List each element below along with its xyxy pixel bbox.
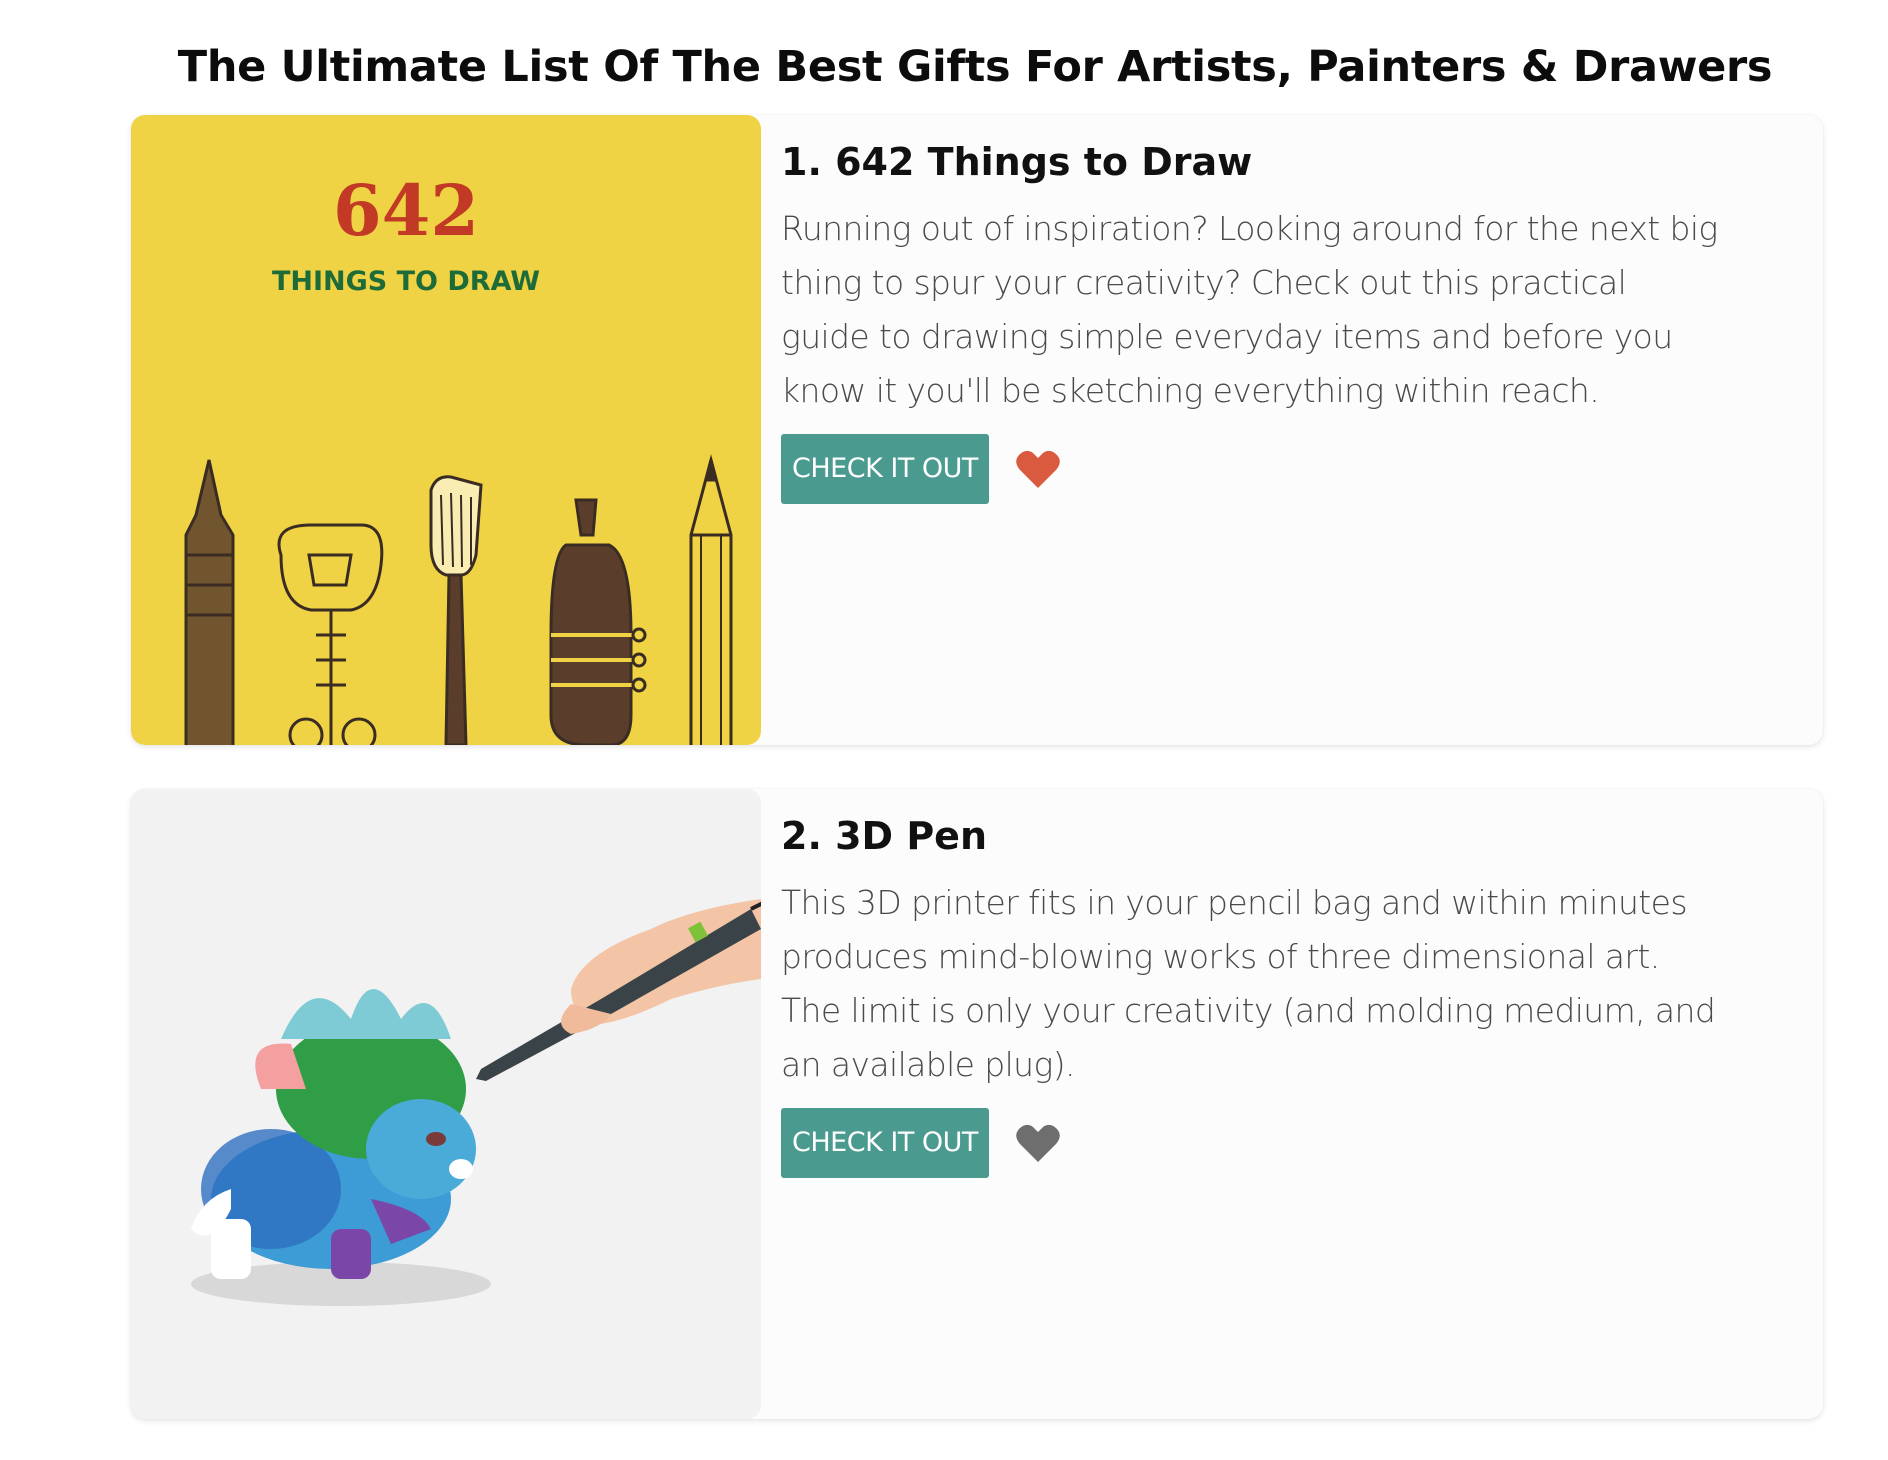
product-image-3d-pen[interactable] xyxy=(131,789,761,1419)
card-content: 2. 3D Pen This 3D printer fits in your p… xyxy=(781,811,1781,1178)
cover-number: 642 xyxy=(333,169,479,252)
check-it-out-button[interactable]: CHECK IT OUT xyxy=(781,1108,989,1178)
cover-subtitle: THINGS TO DRAW xyxy=(272,266,540,297)
heart-icon[interactable] xyxy=(1015,1122,1061,1164)
3d-pen-photo xyxy=(131,789,761,1419)
card-content: 1. 642 Things to Draw Running out of ins… xyxy=(781,137,1781,504)
book-cover-illustration: 642 THINGS TO DRAW xyxy=(131,115,761,745)
gift-card: 642 THINGS TO DRAW 1. 642 Things to Draw… xyxy=(131,115,1823,745)
product-title: 2. 3D Pen xyxy=(781,814,987,858)
card-actions: CHECK IT OUT xyxy=(781,434,1781,504)
page-title: The Ultimate List Of The Best Gifts For … xyxy=(177,41,1773,92)
product-description: This 3D printer fits in your pencil bag … xyxy=(781,883,1716,1084)
product-image-642-things-to-draw[interactable]: 642 THINGS TO DRAW xyxy=(131,115,761,745)
card-actions: CHECK IT OUT xyxy=(781,1108,1781,1178)
product-title: 1. 642 Things to Draw xyxy=(781,140,1253,184)
heart-icon[interactable] xyxy=(1015,448,1061,490)
product-description: Running out of inspiration? Looking arou… xyxy=(781,209,1718,410)
check-it-out-button[interactable]: CHECK IT OUT xyxy=(781,434,989,504)
gift-card: 2. 3D Pen This 3D printer fits in your p… xyxy=(131,789,1823,1419)
